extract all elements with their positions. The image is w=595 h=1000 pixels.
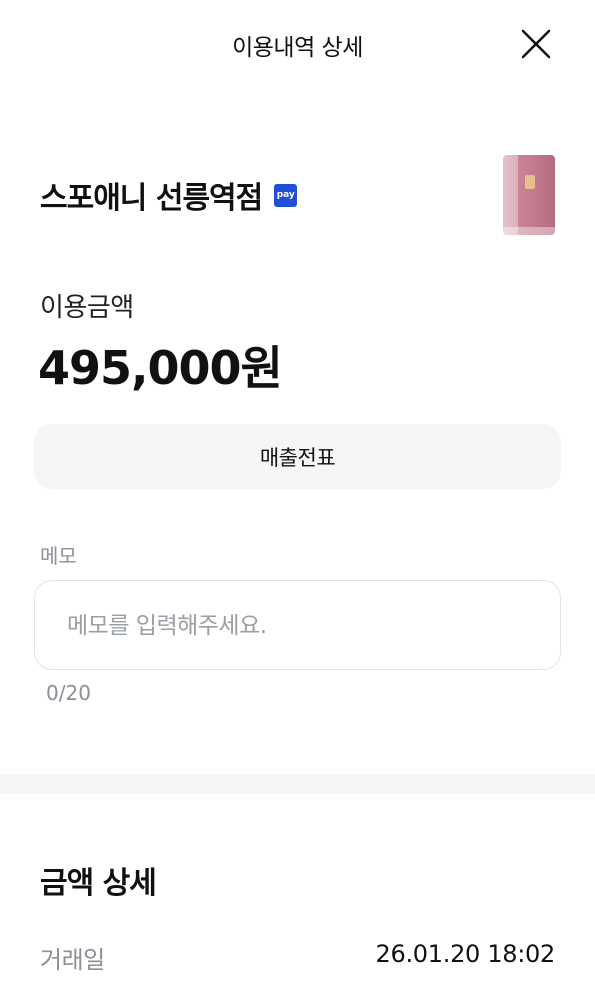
amount-detail-title: 금액 상세 (40, 866, 157, 901)
card-chip (525, 175, 535, 189)
detail-label: 거래일 (40, 946, 105, 974)
memo-char-counter: 0/20 (46, 681, 91, 705)
close-icon[interactable] (518, 26, 554, 62)
memo-field[interactable] (34, 580, 561, 671)
memo-label: 메모 (40, 544, 77, 568)
detail-row-transaction-date: 거래일 26.01.20 18:02 (40, 940, 555, 976)
card-edge (503, 227, 555, 235)
amount-label: 이용금액 (40, 293, 134, 323)
merchant-name: 스포애니 선릉역점 (40, 181, 263, 216)
pay-badge: pay (274, 183, 298, 207)
detail-value: 26.01.20 18:02 (375, 940, 556, 968)
section-divider (0, 774, 595, 794)
receipt-button[interactable]: 매출전표 (34, 424, 561, 489)
close-button[interactable] (518, 26, 554, 62)
header: 이용내역 상세 (0, 0, 595, 88)
amount-value: 495,000원 (38, 341, 283, 395)
merchant-row: 스포애니 선릉역점 pay (40, 170, 298, 220)
page-title: 이용내역 상세 (232, 35, 363, 61)
memo-input[interactable] (67, 581, 527, 671)
card-stripe (503, 155, 518, 235)
card-thumbnail (503, 155, 555, 235)
